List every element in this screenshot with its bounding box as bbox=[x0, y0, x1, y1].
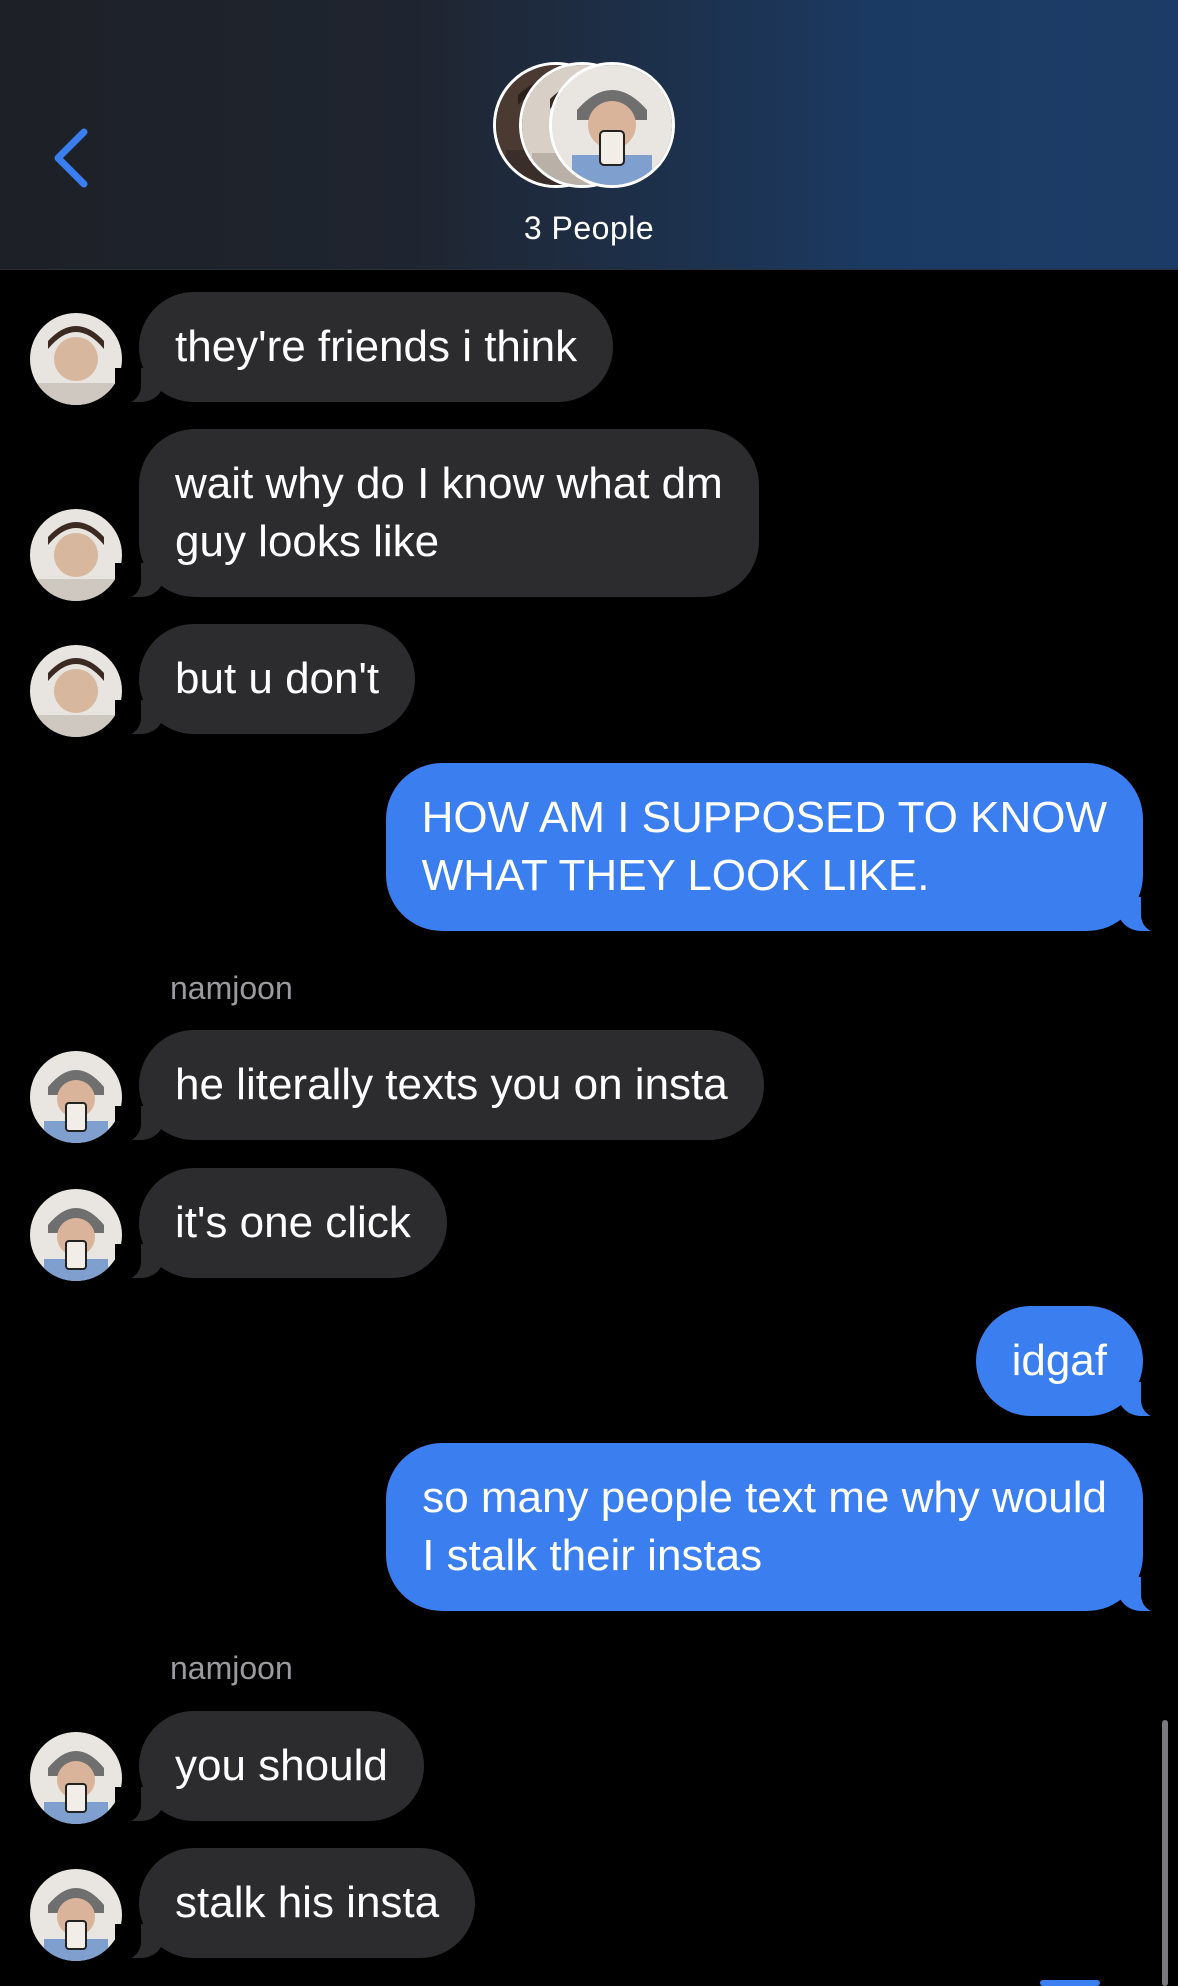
partial-outgoing-bubble bbox=[1040, 1980, 1100, 1986]
avatar[interactable] bbox=[30, 645, 122, 737]
incoming-message-bubble[interactable]: but u don't bbox=[114, 624, 416, 736]
back-button[interactable] bbox=[40, 120, 100, 200]
avatar[interactable] bbox=[30, 1732, 122, 1824]
avatar[interactable] bbox=[30, 1051, 122, 1143]
avatar[interactable] bbox=[30, 1189, 122, 1281]
outgoing-message-bubble[interactable]: HOW AM I SUPPOSED TO KNOW WHAT THEY LOOK… bbox=[385, 763, 1168, 933]
incoming-message-bubble[interactable]: wait why do I know what dm guy looks lik… bbox=[115, 429, 759, 599]
avatar[interactable] bbox=[30, 509, 122, 601]
avatar[interactable] bbox=[30, 1869, 122, 1961]
sender-name: namjoon bbox=[170, 970, 293, 1006]
incoming-message-bubble[interactable]: stalk his insta bbox=[114, 1848, 476, 1960]
chevron-left-icon bbox=[48, 126, 92, 195]
incoming-message-bubble[interactable]: you should bbox=[115, 1711, 424, 1823]
messages-screen: 3 People they're friends i think wait wh… bbox=[0, 0, 1178, 1986]
outgoing-message-bubble[interactable]: idgaf bbox=[975, 1306, 1168, 1418]
incoming-message-bubble[interactable]: they're friends i think bbox=[114, 292, 614, 404]
avatar[interactable] bbox=[30, 313, 122, 405]
group-avatar-3 bbox=[549, 62, 675, 188]
outgoing-message-bubble[interactable]: so many people text me why would I stalk… bbox=[386, 1443, 1167, 1613]
conversation-title[interactable]: 3 People bbox=[0, 210, 1178, 247]
sender-name: namjoon bbox=[170, 1650, 293, 1686]
conversation-header: 3 People bbox=[0, 0, 1178, 270]
group-avatar-stack[interactable] bbox=[493, 62, 683, 192]
incoming-message-bubble[interactable]: it's one click bbox=[115, 1168, 447, 1280]
scrollbar[interactable] bbox=[1162, 1720, 1168, 1986]
incoming-message-bubble[interactable]: he literally texts you on insta bbox=[115, 1030, 764, 1142]
